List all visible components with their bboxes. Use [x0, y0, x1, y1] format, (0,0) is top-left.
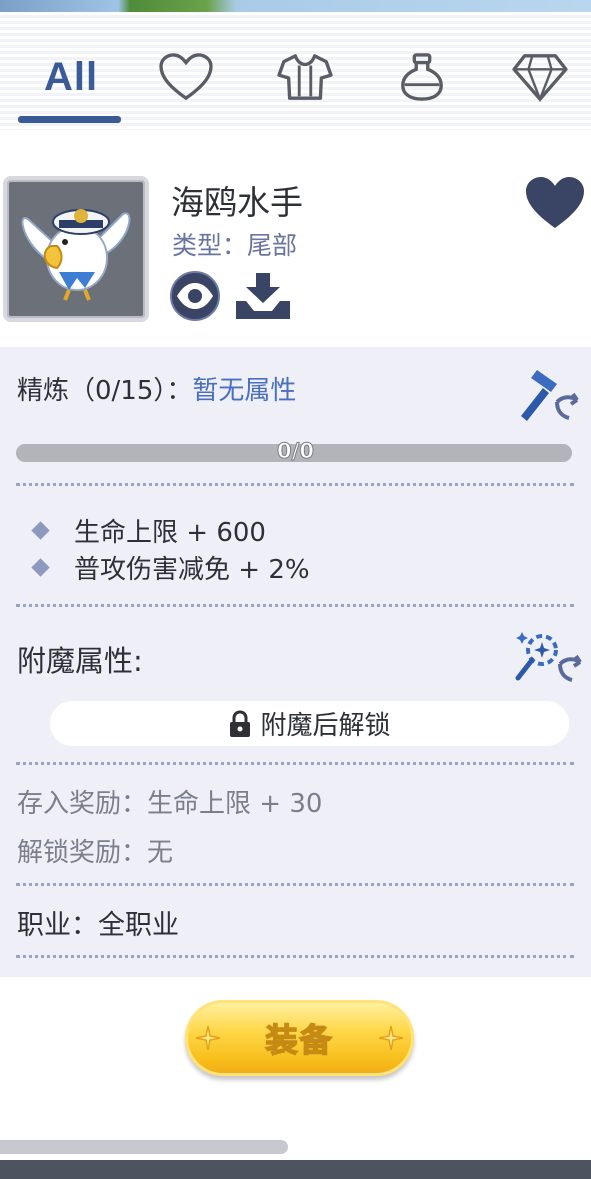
store-reward: 存入奖励：生命上限 + 30 [17, 789, 323, 819]
download-tray-icon [236, 273, 290, 319]
potion-icon [401, 53, 443, 101]
bullet-diamond-icon [31, 521, 50, 540]
horizontal-scrollbar[interactable] [0, 1140, 288, 1154]
divider [16, 483, 574, 486]
equip-label: 装备 [265, 1020, 334, 1060]
store-button[interactable] [234, 271, 292, 321]
shirt-icon [277, 54, 333, 100]
stat-text: 生命上限 + 600 [74, 518, 266, 548]
tab-all[interactable]: All [36, 42, 106, 112]
tab-selected-indicator [18, 116, 121, 123]
sparkle-icon [195, 1025, 221, 1051]
job-requirement: 职业：全职业 [17, 910, 179, 941]
item-portrait[interactable] [3, 176, 149, 322]
item-type: 类型：尾部 [172, 231, 298, 260]
tab-favorites[interactable] [151, 42, 221, 112]
preview-button[interactable] [168, 271, 222, 321]
favorite-button[interactable] [524, 175, 586, 231]
eye-icon [170, 271, 220, 321]
diamond-icon [512, 54, 568, 102]
tab-all-label: All [43, 54, 99, 99]
item-name: 海鸥水手 [171, 183, 303, 222]
divider [16, 762, 574, 765]
divider [16, 955, 574, 958]
lock-icon [230, 709, 251, 737]
locked-text: 附魔后解锁 [260, 711, 391, 741]
refine-value: 暂无属性 [192, 376, 297, 406]
unlock-reward: 解锁奖励：无 [17, 838, 174, 868]
magic-wand-icon [515, 632, 582, 682]
stat-text: 普攻伤害减免 + 2% [74, 555, 310, 585]
enchant-button[interactable] [512, 626, 584, 684]
refine-button[interactable] [513, 366, 583, 424]
stat-item: 普攻伤害减免 + 2% [30, 549, 310, 586]
heart-filled-icon [526, 177, 584, 228]
divider [16, 604, 574, 607]
divider [16, 883, 574, 886]
sparkle-icon [378, 1025, 404, 1051]
heart-outline-icon [159, 53, 213, 101]
enchant-locked-box: 附魔后解锁 [50, 701, 569, 746]
bullet-diamond-icon [31, 558, 50, 577]
tab-clothing[interactable] [270, 42, 340, 112]
seagull-sailor-image [21, 209, 131, 301]
refine-row: 精炼（0/15）：暂无属性 [17, 370, 296, 407]
bottom-backdrop [0, 1160, 591, 1179]
enchant-title: 附魔属性: [17, 644, 143, 678]
tab-gems[interactable] [505, 42, 575, 112]
tab-consumables[interactable] [387, 42, 457, 112]
refine-label: 精炼（0/15）： [17, 376, 193, 406]
hammer-icon [521, 370, 579, 421]
stat-item: 生命上限 + 600 [30, 512, 266, 549]
refine-progress-text: 0/0 [277, 439, 315, 464]
